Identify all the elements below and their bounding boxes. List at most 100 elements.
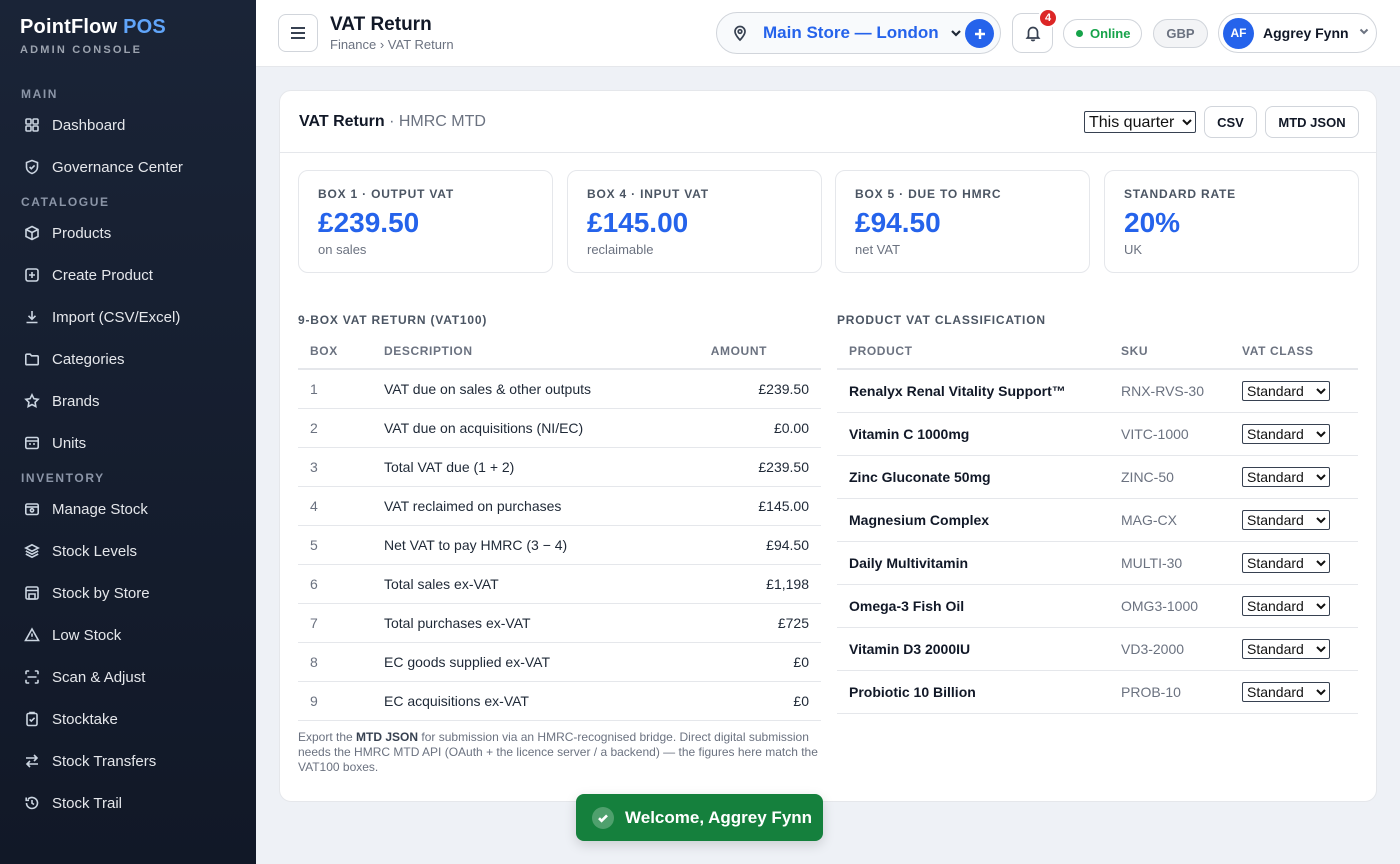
vat-class-cell: Standard xyxy=(1242,369,1358,413)
nav-section-title: MAIN xyxy=(21,87,59,101)
grid-icon xyxy=(24,117,40,133)
stat-value: £145.00 xyxy=(587,207,689,238)
box-number: 8 xyxy=(298,642,384,682)
sidebar-item-label: Categories xyxy=(52,350,125,368)
stat-card: BOX 4 · INPUT VAT £145.00 reclaimable xyxy=(567,170,822,273)
sidebar-item-label: Create Product xyxy=(52,266,153,284)
bell-icon xyxy=(1025,26,1040,42)
table-row: Vitamin C 1000mg VITC-1000 Standard xyxy=(837,412,1358,456)
menu-toggle-button[interactable] xyxy=(278,14,318,52)
breadcrumb: Finance › VAT Return xyxy=(330,37,454,52)
transfer-icon xyxy=(24,753,40,769)
sidebar-item-manage-stock[interactable]: Manage Stock xyxy=(0,488,256,530)
sidebar-item-label: Manage Stock xyxy=(52,500,148,518)
box-amount: £1,198 xyxy=(672,564,821,604)
box-number: 6 xyxy=(298,564,384,604)
notification-badge: 4 xyxy=(1038,8,1058,28)
sidebar-item-dashboard[interactable]: Dashboard xyxy=(0,104,256,146)
stat-card: BOX 1 · OUTPUT VAT £239.50 on sales xyxy=(298,170,553,273)
table-row: Probiotic 10 Billion PROB-10 Standard xyxy=(837,670,1358,714)
vat-class-select[interactable]: Standard xyxy=(1242,638,1330,659)
column-header-description: DESCRIPTION xyxy=(384,334,673,370)
vat-class-select[interactable]: Standard xyxy=(1242,595,1330,616)
stat-note: on sales xyxy=(318,242,367,257)
sidebar-item-stocktake[interactable]: Stocktake xyxy=(0,698,256,740)
notifications-button[interactable]: 4 xyxy=(1012,8,1058,53)
sidebar-item-stock-by-store[interactable]: Stock by Store xyxy=(0,572,256,614)
mtd-json-export-button[interactable]: MTD JSON xyxy=(1265,106,1359,138)
layers-icon xyxy=(24,543,40,559)
vat-class-cell: Standard xyxy=(1242,498,1358,542)
vat-class-select[interactable]: Standard xyxy=(1242,423,1330,444)
column-header-amount: AMOUNT xyxy=(672,334,821,370)
sidebar-item-governance-center[interactable]: Governance Center xyxy=(0,146,256,188)
csv-export-button[interactable]: CSV xyxy=(1204,106,1257,138)
box-icon xyxy=(24,225,40,241)
sidebar-item-label: Import (CSV/Excel) xyxy=(52,308,181,326)
sidebar-item-import-csv-excel[interactable]: Import (CSV/Excel) xyxy=(0,296,256,338)
sidebar-item-stock-transfers[interactable]: Stock Transfers xyxy=(0,740,256,782)
card-title-sub: · HMRC MTD xyxy=(389,113,486,130)
sidebar-item-stock-trail[interactable]: Stock Trail xyxy=(0,782,256,824)
product-name: Vitamin D3 2000IU xyxy=(837,627,1121,671)
vat-class-select[interactable]: Standard xyxy=(1242,466,1330,487)
sidebar-item-brands[interactable]: Brands xyxy=(0,380,256,422)
sidebar-item-label: Stock Levels xyxy=(52,542,138,560)
sidebar-item-create-product[interactable]: Create Product xyxy=(0,254,256,296)
vat-class-select[interactable]: Standard xyxy=(1242,552,1330,573)
stat-card: BOX 5 · DUE TO HMRC £94.50 net VAT xyxy=(835,170,1090,273)
currency-button[interactable]: GBP xyxy=(1153,19,1208,48)
chevron-down-icon xyxy=(949,26,963,40)
sidebar-nav: MAIN Dashboard Governance Center CATALOGUE P… xyxy=(0,84,256,824)
product-name: Daily Multivitamin xyxy=(837,541,1121,585)
stat-note: UK xyxy=(1124,242,1143,257)
vat-class-select[interactable]: Standard xyxy=(1242,681,1330,702)
period-select[interactable]: This quarter xyxy=(1084,111,1196,133)
box-amount: £145.00 xyxy=(672,486,821,526)
vat-class-select[interactable]: Standard xyxy=(1242,380,1330,401)
vat-class-select[interactable]: Standard xyxy=(1242,509,1330,530)
box-description: Total sales ex-VAT xyxy=(384,564,673,604)
user-menu[interactable]: AF Aggrey Fynn xyxy=(1218,13,1377,53)
sidebar-item-label: Dashboard xyxy=(52,116,126,134)
brand: PointFlow POS ADMIN CONSOLE xyxy=(0,0,256,56)
sidebar-item-categories[interactable]: Categories xyxy=(0,338,256,380)
status-text: Online xyxy=(1090,26,1131,41)
product-sku: ZINC-50 xyxy=(1121,455,1242,499)
units-icon xyxy=(24,435,40,451)
sidebar-item-label: Stock Trail xyxy=(52,794,123,812)
table-row: 3 Total VAT due (1 + 2) £239.50 xyxy=(298,447,821,487)
sidebar-item-units[interactable]: Units xyxy=(0,422,256,464)
product-sku: VD3-2000 xyxy=(1121,627,1242,671)
box-number: 4 xyxy=(298,486,384,526)
welcome-toast[interactable]: Welcome, Aggrey Fynn xyxy=(576,794,823,841)
add-store-button[interactable] xyxy=(965,19,994,48)
store-selector[interactable]: Main Store — London xyxy=(716,12,1001,54)
box-description: VAT reclaimed on purchases xyxy=(384,486,673,526)
product-name: Magnesium Complex xyxy=(837,498,1121,542)
sidebar-item-stock-levels[interactable]: Stock Levels xyxy=(0,530,256,572)
toast-message: Welcome, Aggrey Fynn xyxy=(625,807,813,827)
export-footnote: Export the MTD JSON for submission via a… xyxy=(298,730,818,775)
card-header: VAT Return · HMRC MTD This quarter CSV M… xyxy=(280,91,1376,153)
stat-card: STANDARD RATE 20% UK xyxy=(1104,170,1359,273)
user-name: Aggrey Fynn xyxy=(1263,25,1349,41)
product-name: Zinc Gluconate 50mg xyxy=(837,455,1121,499)
table-row: 5 Net VAT to pay HMRC (3 − 4) £94.50 xyxy=(298,525,821,565)
brand-subtitle: ADMIN CONSOLE xyxy=(20,44,143,56)
sidebar-item-low-stock[interactable]: Low Stock xyxy=(0,614,256,656)
status-badge: Online xyxy=(1063,19,1142,48)
stat-note: net VAT xyxy=(855,242,901,257)
box-number: 3 xyxy=(298,447,384,487)
product-name: Omega-3 Fish Oil xyxy=(837,584,1121,628)
top-header: VAT Return Finance › VAT Return Main Sto… xyxy=(256,0,1400,67)
avatar: AF xyxy=(1223,17,1254,49)
table-row: 4 VAT reclaimed on purchases £145.00 xyxy=(298,486,821,526)
box-amount: £0 xyxy=(672,681,821,721)
sidebar-item-scan-adjust[interactable]: Scan & Adjust xyxy=(0,656,256,698)
brand-logo[interactable]: PointFlow POS xyxy=(20,16,236,39)
table-row: Daily Multivitamin MULTI-30 Standard xyxy=(837,541,1358,585)
sidebar-item-products[interactable]: Products xyxy=(0,212,256,254)
sidebar-item-label: Stocktake xyxy=(52,710,118,728)
table-row: 7 Total purchases ex-VAT £725 xyxy=(298,603,821,643)
